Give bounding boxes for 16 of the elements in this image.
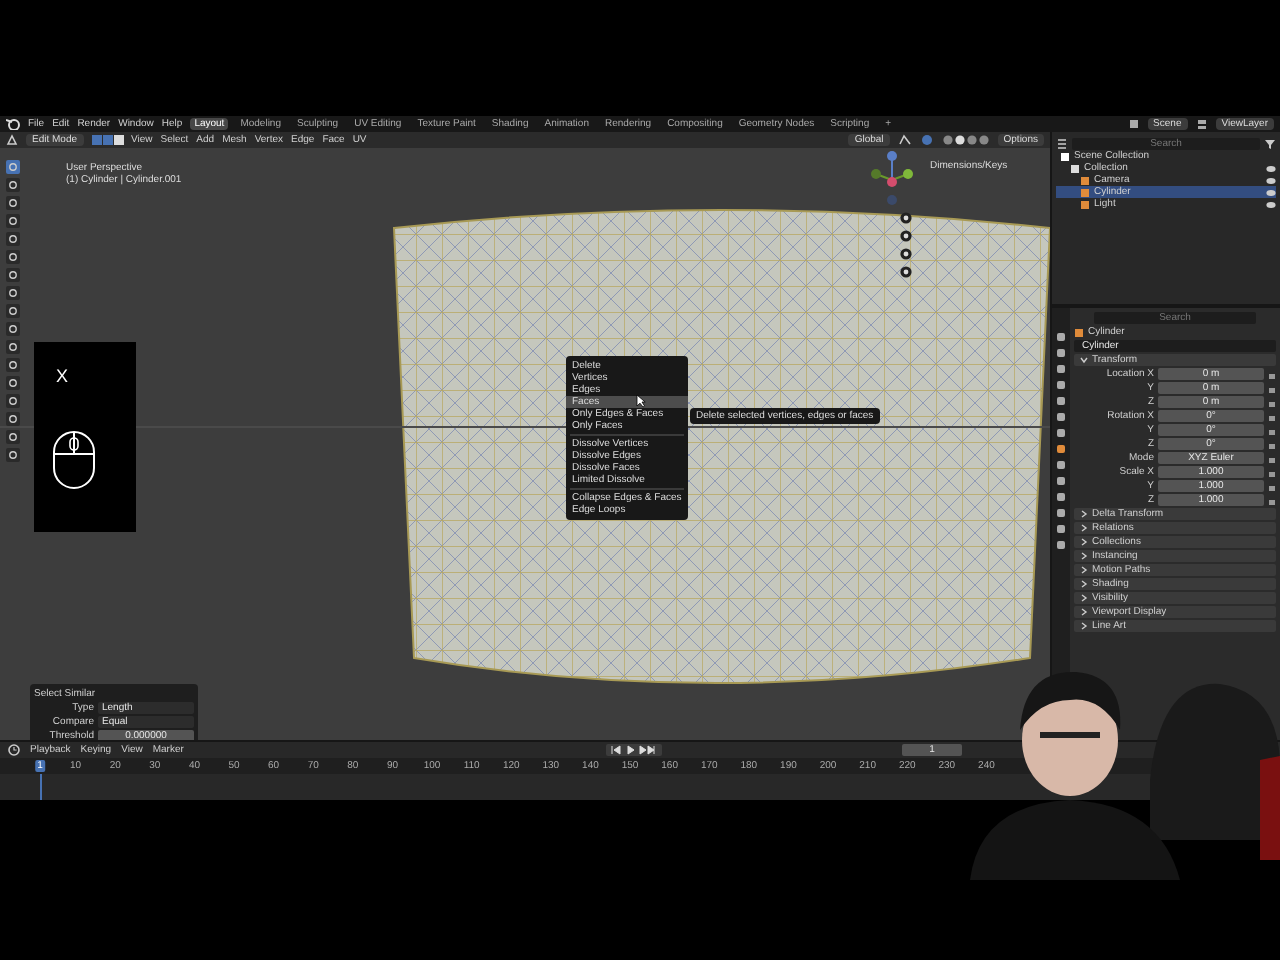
blender-logo-icon[interactable] [6,118,20,130]
object-icon[interactable] [1056,444,1066,454]
outliner-icon[interactable] [1056,137,1068,149]
layers-icon [1195,118,1208,130]
navigation-gizmo-icon[interactable] [868,148,916,208]
select-mode-icon[interactable] [91,134,124,146]
clock-icon[interactable] [8,744,20,756]
shading-icon[interactable] [941,134,990,146]
object-icon [1074,327,1084,337]
mouse-icon [52,430,96,490]
key-label: X [56,366,69,388]
mouse-pointer-icon [636,394,646,408]
mesh-editor-icon[interactable] [6,134,18,146]
filter-icon[interactable] [1264,137,1276,149]
chevron-down-icon [1080,356,1088,364]
playback-controls-icon[interactable] [606,744,662,756]
